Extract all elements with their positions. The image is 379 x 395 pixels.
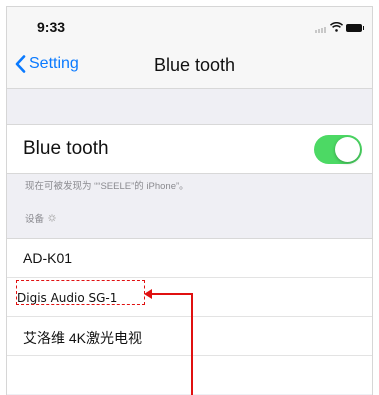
status-bar: 9:33	[7, 7, 372, 41]
device-row-empty	[7, 356, 372, 394]
devices-section-header: 设备	[25, 211, 56, 225]
devices-header-label: 设备	[25, 214, 45, 225]
discoverable-note: 现在可被发现为 ““SEELE”的 iPhone”。	[25, 181, 189, 192]
bluetooth-toggle-row: Blue tooth	[7, 124, 372, 174]
wifi-icon	[330, 22, 343, 32]
device-row[interactable]: AD-K01	[7, 239, 372, 278]
device-name: 艾洛维 4K激光电视	[23, 330, 143, 346]
annotation-arrow-stem	[191, 293, 193, 395]
battery-icon	[346, 24, 364, 32]
annotation-highlight-box	[16, 280, 145, 305]
status-time: 9:33	[37, 19, 66, 35]
loading-spinner-icon	[48, 214, 56, 222]
signal-icon	[315, 27, 326, 33]
annotation-arrow-line	[151, 293, 192, 295]
navigation-bar: Setting Blue tooth	[7, 41, 372, 89]
device-row[interactable]: 艾洛维 4K激光电视	[7, 317, 372, 356]
switch-knob	[335, 137, 360, 162]
bluetooth-switch[interactable]	[314, 135, 362, 164]
bluetooth-label: Blue tooth	[23, 138, 109, 159]
page-title: Blue tooth	[153, 55, 236, 75]
device-name: AD-K01	[23, 250, 73, 266]
phone-screen: 9:33 Setting Blue tooth Blue tooth 现在可被发…	[6, 6, 373, 395]
device-list: AD-K01 Digis Audio SG-1 艾洛维 4K激光电视	[7, 238, 372, 394]
